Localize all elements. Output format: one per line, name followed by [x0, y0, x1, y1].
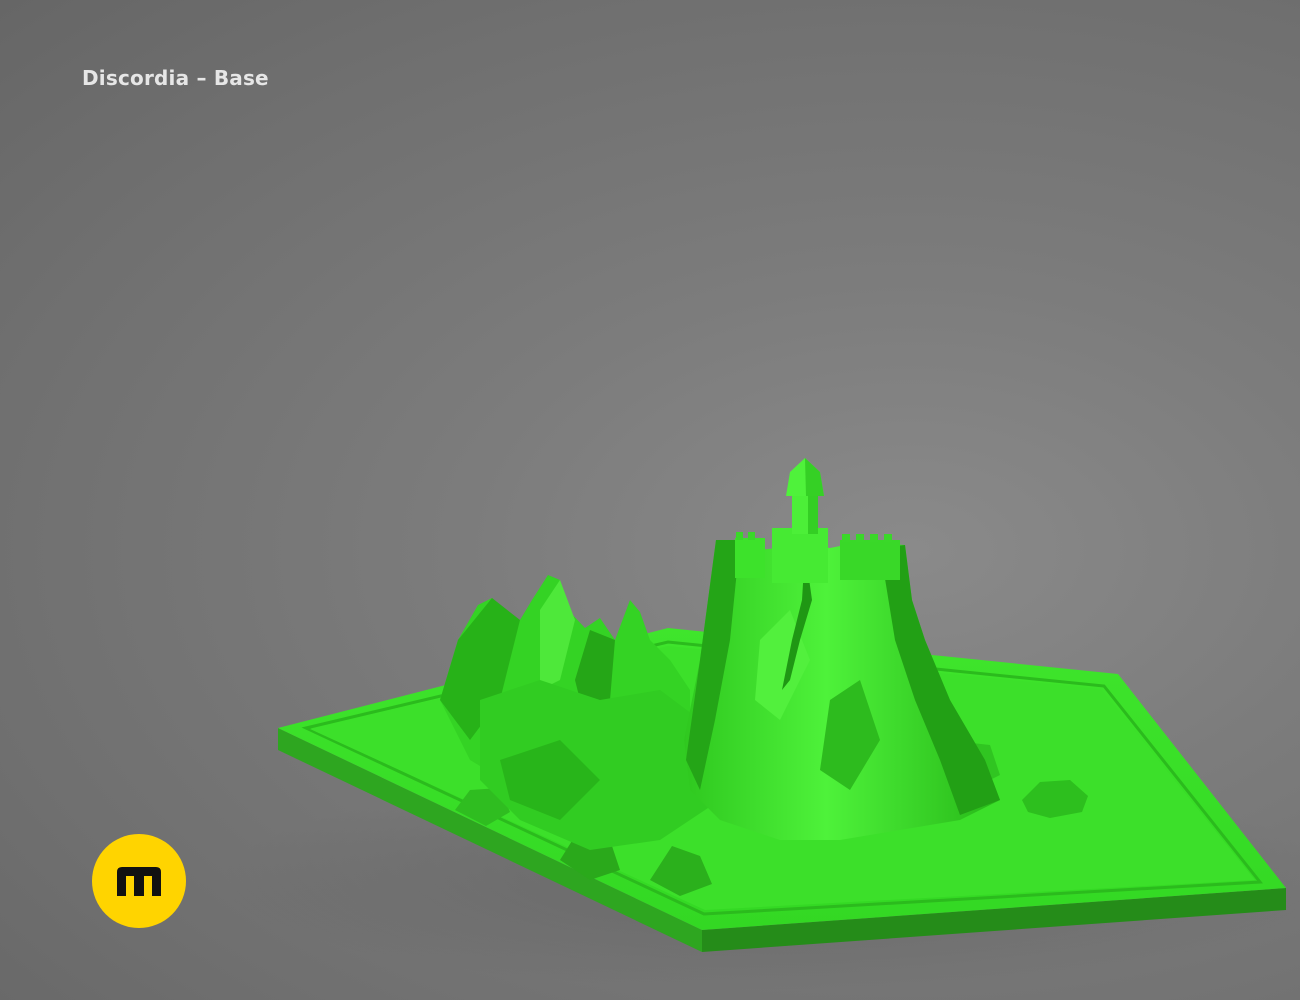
render-stage: Discordia – Base — [0, 0, 1300, 1000]
m-brand-logo-icon — [92, 834, 186, 928]
castle-wall-right — [840, 540, 900, 580]
castle-wall-left — [735, 538, 765, 578]
castle-wall-center — [772, 528, 828, 583]
castle-tower-roof-shade — [805, 458, 824, 496]
terrain-base-render — [220, 458, 1300, 990]
castle-tower-shade — [808, 494, 818, 534]
